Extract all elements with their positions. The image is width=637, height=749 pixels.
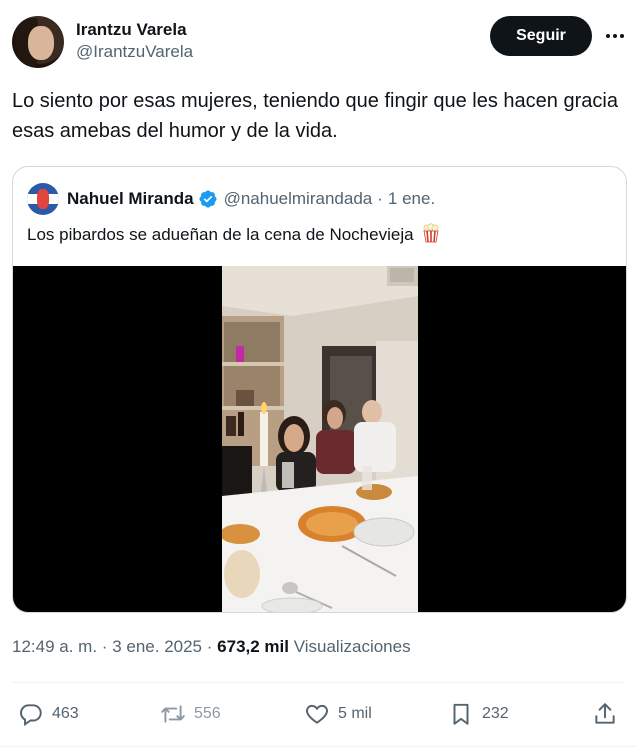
quoted-author-avatar xyxy=(27,183,59,215)
author-names: Irantzu Varela @IrantzuVarela xyxy=(76,19,193,63)
more-options-icon[interactable] xyxy=(602,24,628,48)
popcorn-icon xyxy=(423,223,439,243)
author-handle[interactable]: @IrantzuVarela xyxy=(76,41,193,63)
bookmark-count: 232 xyxy=(482,705,509,722)
tweet-date[interactable]: 3 ene. 2025 xyxy=(112,637,202,656)
retweet-icon xyxy=(161,705,185,723)
verified-badge-icon xyxy=(199,190,217,208)
video-thumbnail xyxy=(222,266,418,612)
quoted-author-name: Nahuel Miranda xyxy=(67,189,194,208)
retweet-count: 556 xyxy=(194,705,221,722)
author-display-name[interactable]: Irantzu Varela xyxy=(76,19,193,41)
tweet-header: Irantzu Varela @IrantzuVarela Seguir xyxy=(12,16,625,70)
views-count: 673,2 mil xyxy=(217,637,289,656)
quoted-date: 1 ene. xyxy=(387,189,436,208)
action-bar: 463 556 5 mil 232 xyxy=(12,698,625,730)
share-button[interactable] xyxy=(592,698,626,730)
quoted-tweet-text: Los pibardos se adueñan de la cena de No… xyxy=(27,223,441,247)
quoted-text-content: Los pibardos se adueñan de la cena de No… xyxy=(27,225,414,244)
views-label: Visualizaciones xyxy=(293,637,411,656)
separator-dot: · xyxy=(377,189,383,208)
quoted-tweet[interactable]: Nahuel Miranda @nahuelmirandada · 1 ene.… xyxy=(12,166,627,613)
follow-button[interactable]: Seguir xyxy=(490,16,592,56)
bookmark-icon xyxy=(453,703,469,725)
quoted-author-handle: @nahuelmirandada xyxy=(223,189,373,208)
divider xyxy=(12,682,625,683)
video-media[interactable] xyxy=(13,266,626,612)
reply-button[interactable]: 463 xyxy=(18,698,79,730)
meta-separator: · xyxy=(101,637,108,656)
meta-separator: · xyxy=(206,637,213,656)
tweet-metadata: 12:49 a. m. · 3 ene. 2025 · 673,2 mil Vi… xyxy=(12,636,411,658)
video-frame[interactable] xyxy=(222,266,418,612)
quoted-tweet-header: Nahuel Miranda @nahuelmirandada · 1 ene. xyxy=(27,183,435,215)
share-icon xyxy=(595,703,615,724)
like-count: 5 mil xyxy=(338,705,372,722)
reply-icon xyxy=(20,704,42,727)
heart-icon xyxy=(306,704,328,724)
tweet-text: Lo siento por esas mujeres, teniendo que… xyxy=(12,90,618,142)
like-button[interactable]: 5 mil xyxy=(304,698,372,730)
retweet-button[interactable]: 556 xyxy=(160,698,221,730)
reply-count: 463 xyxy=(52,705,79,722)
bottom-border xyxy=(0,746,637,747)
author-avatar[interactable] xyxy=(12,16,64,68)
tweet-time[interactable]: 12:49 a. m. xyxy=(12,637,97,656)
bookmark-button[interactable]: 232 xyxy=(448,698,509,730)
